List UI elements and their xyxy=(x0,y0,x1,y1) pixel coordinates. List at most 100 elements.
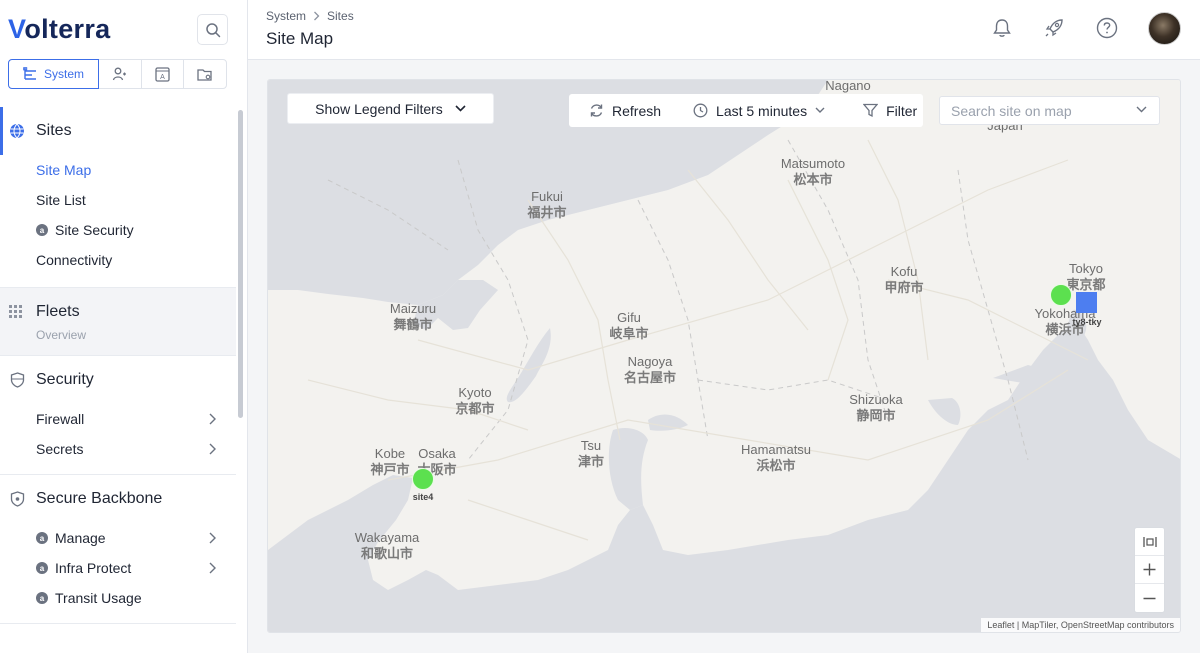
map-label-jp: 名古屋市 xyxy=(623,370,677,385)
globe-icon xyxy=(8,122,26,140)
site-marker-ty8-tky[interactable] xyxy=(1076,292,1097,313)
sidebar-item-site-security[interactable]: a Site Security xyxy=(0,215,236,245)
tab-settings[interactable] xyxy=(183,59,227,89)
map-label-en: Maizuru xyxy=(389,301,437,316)
volterra-logo[interactable]: Volterra xyxy=(8,14,110,44)
zoom-out-button[interactable] xyxy=(1135,584,1164,612)
fleet-grid-icon xyxy=(8,303,26,321)
lock-icon: a xyxy=(36,562,48,574)
avatar[interactable] xyxy=(1148,12,1181,45)
map-label-en: Nagoya xyxy=(627,354,673,369)
tree-icon xyxy=(23,67,36,80)
nav-group-fleets[interactable]: Fleets Overview xyxy=(0,288,236,356)
folder-gear-icon xyxy=(197,68,212,81)
users-icon xyxy=(112,67,126,81)
sidebar-item-label: Site Map xyxy=(36,162,92,178)
getting-started-button[interactable] xyxy=(1040,14,1068,42)
svg-text:A: A xyxy=(160,74,165,81)
chevron-right-icon xyxy=(209,532,216,544)
nav-title-security: Security xyxy=(36,371,94,388)
lock-icon: a xyxy=(36,532,48,544)
sidebar-item-secrets[interactable]: Secrets xyxy=(0,434,236,464)
logo-wordmark: olterra xyxy=(24,13,111,44)
site-marker-site4[interactable] xyxy=(412,468,434,490)
fit-bounds-button[interactable] xyxy=(1135,528,1164,556)
site-map[interactable]: Nagano Japan Matsumoto 松本市 Fukui 福井市 Kofu 甲… xyxy=(267,79,1181,633)
sidebar-item-site-list[interactable]: Site List xyxy=(0,185,236,215)
minus-icon xyxy=(1143,597,1156,599)
nav-head-secure-backbone[interactable]: Secure Backbone xyxy=(0,475,236,523)
map-label: Kyoto 京都市 xyxy=(455,385,494,417)
map-label-jp: 松本市 xyxy=(793,172,833,187)
map-attribution[interactable]: Leaflet | MapTiler, OpenStreetMap contri… xyxy=(981,618,1180,632)
map-label-en: Tokyo xyxy=(1069,261,1103,276)
shield-lock-icon xyxy=(8,490,26,508)
map-label: Nagano xyxy=(825,79,871,94)
search-icon xyxy=(205,22,220,37)
time-range-label: Last 5 minutes xyxy=(716,102,808,119)
map-label: Hamamatsu 浜松市 xyxy=(741,442,811,474)
filter-label: Filter xyxy=(886,102,918,119)
refresh-button[interactable]: Refresh xyxy=(589,103,661,119)
zoom-in-button[interactable] xyxy=(1135,556,1164,584)
map-label: Tokyo 東京都 xyxy=(1066,261,1105,293)
map-label-jp: 神戸市 xyxy=(370,462,410,477)
sidebar-item-label: Secrets xyxy=(36,441,84,457)
app-icon: A xyxy=(155,66,170,82)
nav-group-sites: Sites Site Map Site List a Site Security … xyxy=(0,107,236,288)
nav-title-secure-backbone: Secure Backbone xyxy=(36,490,163,507)
map-label: Tsu 津市 xyxy=(578,438,604,470)
filter-button[interactable]: Filter xyxy=(863,103,917,119)
map-label: Wakayama 和歌山市 xyxy=(355,530,420,562)
help-button[interactable] xyxy=(1093,14,1121,42)
nav-subtitle-fleets: Overview xyxy=(36,328,87,342)
map-label: Gifu 岐阜市 xyxy=(609,310,648,342)
notifications-button[interactable] xyxy=(988,14,1016,42)
logo-mark: V xyxy=(8,13,25,44)
map-label: Matsumoto 松本市 xyxy=(781,156,845,188)
site-search-input[interactable] xyxy=(951,102,1131,119)
sidebar-scrollbar[interactable] xyxy=(238,110,243,418)
sidebar-item-label: Site List xyxy=(36,192,86,208)
map-toolbar: Refresh Last 5 minutes Filter xyxy=(569,94,923,127)
sidebar-item-site-map[interactable]: Site Map xyxy=(0,155,236,185)
site-marker-label: ty8-tky xyxy=(1072,317,1102,327)
site-status-dot xyxy=(1050,284,1072,306)
tab-users[interactable] xyxy=(98,59,142,89)
tab-apps[interactable]: A xyxy=(141,59,184,89)
sidebar-item-firewall[interactable]: Firewall xyxy=(0,404,236,434)
regional-edge-marker xyxy=(1076,292,1097,313)
sidebar: Volterra System A Sites Site Map Site Li… xyxy=(0,0,248,653)
nav-head-security[interactable]: Security xyxy=(0,356,236,404)
tab-system[interactable]: System xyxy=(8,59,99,89)
map-label-jp: 浜松市 xyxy=(756,458,796,473)
legend-filters-button[interactable]: Show Legend Filters xyxy=(288,94,493,123)
sidebar-item-label: Site Security xyxy=(55,222,134,238)
sidebar-item-connectivity[interactable]: Connectivity xyxy=(0,245,236,275)
tab-system-label: System xyxy=(43,67,84,81)
filter-icon xyxy=(863,103,879,118)
time-range-selector[interactable]: Last 5 minutes xyxy=(693,103,833,119)
breadcrumb-sites[interactable]: Sites xyxy=(327,9,354,23)
breadcrumb: System Sites xyxy=(266,9,354,23)
sidebar-search-button[interactable] xyxy=(197,14,228,45)
map-label-jp: 甲府市 xyxy=(884,280,924,295)
breadcrumb-system[interactable]: System xyxy=(266,9,306,23)
map-label-en: Tsu xyxy=(580,438,602,453)
map-label-jp: 岐阜市 xyxy=(609,326,649,341)
nav-head-fleets[interactable]: Fleets xyxy=(0,288,236,328)
site-marker-yokohama[interactable] xyxy=(1050,284,1072,306)
map-label-en: Nagano xyxy=(825,79,871,93)
sidebar-item-manage[interactable]: a Manage xyxy=(0,523,236,553)
nav-head-sites[interactable]: Sites xyxy=(0,107,236,155)
sidebar-item-infra-protect[interactable]: a Infra Protect xyxy=(0,553,236,583)
chevron-down-icon xyxy=(815,107,825,113)
site-search-field[interactable] xyxy=(939,96,1160,125)
nav-title-sites: Sites xyxy=(36,122,72,139)
sidebar-item-transit-usage[interactable]: a Transit Usage xyxy=(0,583,236,613)
map-label-jp: 京都市 xyxy=(455,401,495,416)
map-label-en: Kofu xyxy=(890,264,918,279)
lock-icon: a xyxy=(36,224,48,236)
map-label-en: Fukui xyxy=(531,189,563,204)
map-label-en: Hamamatsu xyxy=(740,442,812,457)
